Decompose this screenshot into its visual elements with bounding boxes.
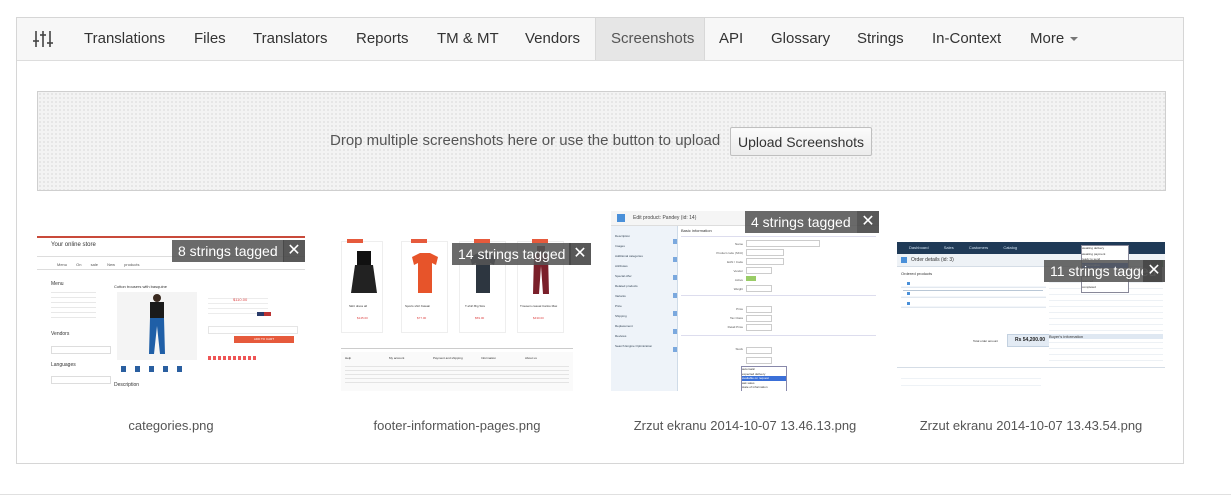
preview-order-title: Order details (id: 3) <box>911 257 954 263</box>
screenshot-card[interactable]: Edit product: Pandey (id: 14) Descriptio… <box>611 211 879 441</box>
tab-glossary[interactable]: Glossary <box>756 18 845 60</box>
tab-api[interactable]: API <box>704 18 758 60</box>
tab-strings[interactable]: Strings <box>842 18 919 60</box>
preview-topbar: Dashboard Sales Customers Catalog <box>909 245 1018 250</box>
preview-edit-title: Edit product: Pandey (id: 14) <box>633 215 697 221</box>
main-nav: Translations Files Translators Reports T… <box>17 18 1183 61</box>
page-divider <box>0 494 1231 495</box>
screenshot-filename: Zrzut ekranu 2014-10-07 13.46.13.png <box>633 418 857 433</box>
sliders-icon <box>33 31 53 47</box>
screenshot-card[interactable]: Skirt dress all $145.00 Sports shirt Kaw… <box>323 211 591 441</box>
preview-field-labels: Name Product code (SKU) EAN / Code Vendor Ac… <box>716 242 743 291</box>
close-icon[interactable]: ✕ <box>857 211 879 233</box>
tab-more-label: More <box>1030 30 1065 47</box>
preview-product-price: $59.00 <box>475 316 485 320</box>
preview-price: $110.00 <box>233 297 248 302</box>
screenshot-filename: footer-information-pages.png <box>373 418 541 433</box>
tab-reports[interactable]: Reports <box>341 18 424 60</box>
upload-screenshots-button[interactable]: Upload Screenshots <box>730 127 872 156</box>
strings-tagged-badge[interactable]: 14 strings tagged <box>452 243 572 265</box>
preview-footer-col: Payment and shipping <box>433 356 463 360</box>
preview-total-value: Rs 54,200.00 <box>1007 334 1053 347</box>
preview-languages: Languages <box>51 362 76 368</box>
preview-product-name: Skirt dress all <box>349 304 368 308</box>
caret-down-icon <box>1070 37 1079 42</box>
preview-product-name: Sports shirt Kawaii <box>405 304 430 308</box>
screenshot-thumbnail[interactable]: Edit product: Pandey (id: 14) Descriptio… <box>611 211 879 391</box>
tab-more[interactable]: More <box>1015 18 1093 60</box>
dropzone-text: Drop multiple screenshots here or use th… <box>330 132 721 149</box>
tab-translators[interactable]: Translators <box>238 18 342 60</box>
screenshot-card[interactable]: Your online store Menu On sale New produ… <box>37 211 305 441</box>
preview-product-title: Cotton trousers with basquine <box>114 284 167 289</box>
preview-description: Description <box>114 382 140 388</box>
preview-dropdown: automatic expected delivery available on r… <box>741 366 787 391</box>
preview-product-price: $77.00 <box>417 316 427 320</box>
preview-footer-col: Help <box>345 356 352 360</box>
preview-menu: Menu On sale New products <box>57 262 140 267</box>
screenshot-filename: Zrzut ekranu 2014-10-07 13.43.54.png <box>919 418 1143 433</box>
tab-translations[interactable]: Translations <box>69 18 180 60</box>
preview-product-price: $145.00 <box>357 316 368 320</box>
preview-buyer-info: Buyer's information <box>1049 334 1163 339</box>
preview-footer-col: About us <box>525 356 537 360</box>
preview-section: Basic information <box>681 228 712 233</box>
preview-ordered-products: Ordered products <box>901 271 933 276</box>
close-icon[interactable]: ✕ <box>569 243 591 265</box>
preview-stock-label: Stock <box>735 347 743 351</box>
close-icon[interactable]: ✕ <box>1143 260 1165 282</box>
preview-store-title: Your online store <box>51 242 96 248</box>
preview-sidebar-menu: Menu <box>51 281 64 287</box>
tab-tm-mt[interactable]: TM & MT <box>422 18 514 60</box>
screenshot-card[interactable]: Dashboard Sales Customers Catalog Order … <box>897 211 1165 441</box>
strings-tagged-badge[interactable]: 4 strings tagged <box>745 211 857 233</box>
preview-add-to-cart: ADD TO CART <box>234 336 294 343</box>
preview-vendors: Vendors <box>51 331 70 337</box>
tab-screenshots[interactable]: Screenshots <box>595 18 705 60</box>
nav-settings-button[interactable] <box>17 18 69 60</box>
preview-footer-col: My account <box>389 356 405 360</box>
upload-dropzone[interactable]: Drop multiple screenshots here or use th… <box>37 91 1166 191</box>
preview-side-items: Description Images Additional categories At… <box>615 234 653 348</box>
preview-product-name: T-shirt Big Size <box>465 304 486 308</box>
screenshot-filename: categories.png <box>128 418 214 433</box>
strings-tagged-badge[interactable]: 8 strings tagged <box>172 240 284 262</box>
preview-product-name: Trousers casual Carlos Max <box>520 304 558 308</box>
tab-vendors[interactable]: Vendors <box>510 18 595 60</box>
tab-in-context[interactable]: In-Context <box>917 18 1016 60</box>
preview-footer-col: Information <box>481 356 497 360</box>
close-icon[interactable]: ✕ <box>283 240 305 262</box>
tab-files[interactable]: Files <box>179 18 241 60</box>
screenshots-panel: Translations Files Translators Reports T… <box>16 17 1184 464</box>
preview-total-label: Total order amount <box>973 339 999 343</box>
preview-product-price: $430.00 <box>533 316 544 320</box>
preview-price-labels: Price Tax Class Retail Price <box>727 307 743 329</box>
